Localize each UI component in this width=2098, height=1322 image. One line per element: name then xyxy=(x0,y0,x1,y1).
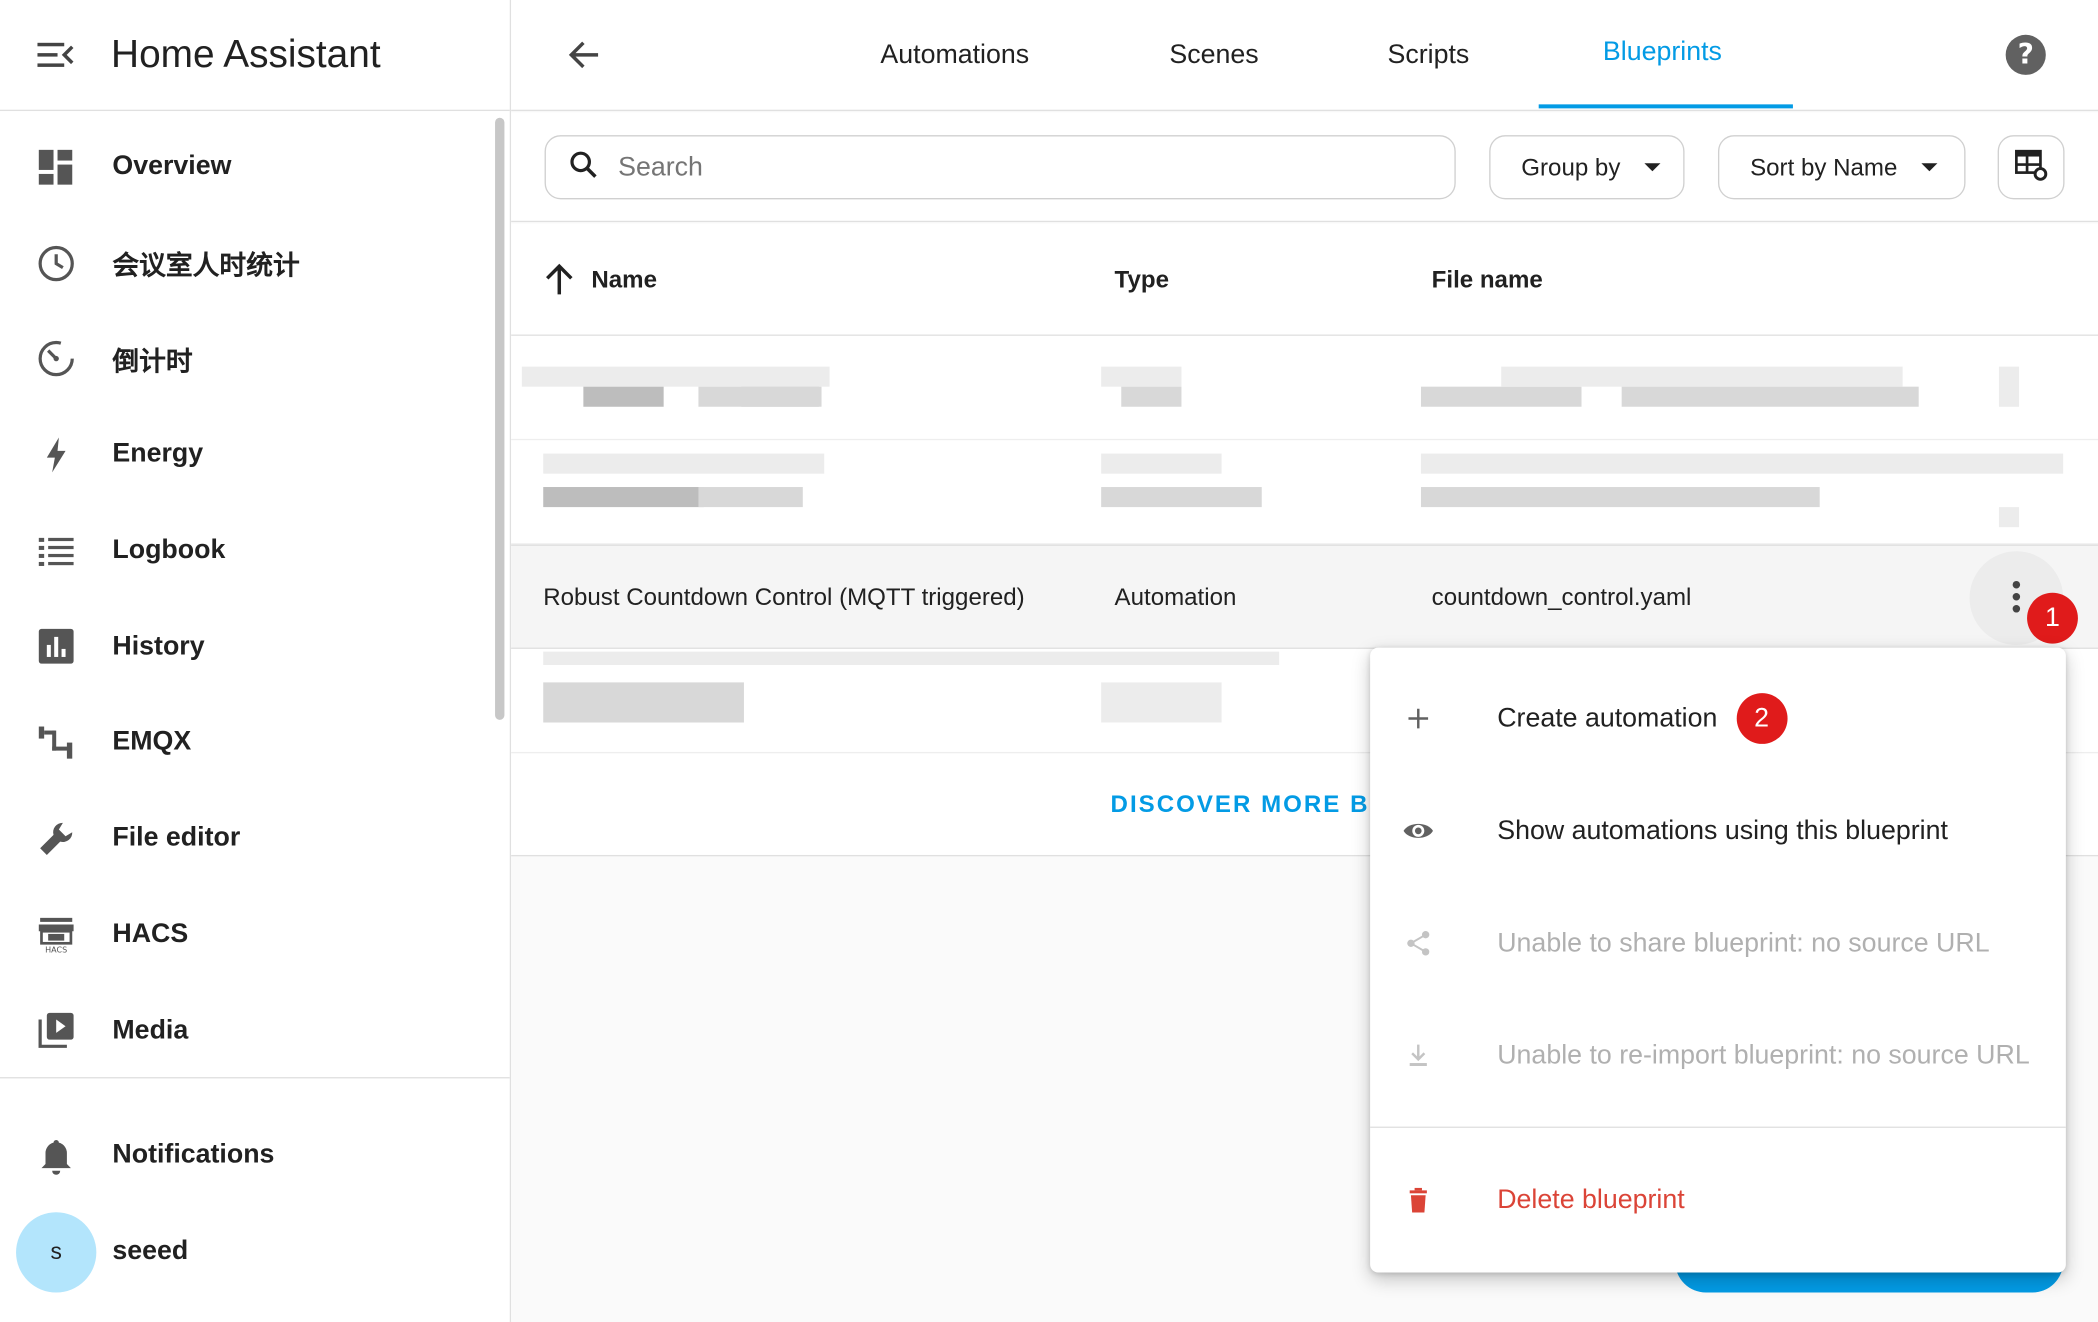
sidebar-item-label: Logbook xyxy=(112,535,226,565)
tab-scripts[interactable]: Scripts xyxy=(1388,0,1470,110)
list-icon xyxy=(33,529,77,573)
hacs-store-icon: HACS xyxy=(33,912,77,956)
table-row[interactable] xyxy=(511,336,2098,441)
sidebar-item-file-editor[interactable]: File editor xyxy=(0,791,510,887)
tab-blueprints[interactable]: Blueprints xyxy=(1603,0,1722,107)
share-icon xyxy=(1401,926,1436,961)
sidebar-item-label: Energy xyxy=(112,439,204,469)
sidebar-item-notifications[interactable]: Notifications xyxy=(0,1108,510,1204)
sidebar-item-label: HACS xyxy=(112,918,189,949)
discover-more-link[interactable]: DISCOVER MORE BL xyxy=(1111,791,1387,819)
table-row-selected[interactable]: Robust Countdown Control (MQTT triggered… xyxy=(511,544,2098,649)
help-icon[interactable]: ? xyxy=(2003,32,2048,77)
sidebar-item-hacs[interactable]: HACS HACS xyxy=(0,886,510,982)
sidebar-item-label: Media xyxy=(112,1014,189,1045)
blueprint-file: countdown_control.yaml xyxy=(1431,583,1692,611)
menu-collapse-icon[interactable] xyxy=(35,35,75,75)
column-header-name[interactable]: Name xyxy=(591,266,657,294)
sidebar-item-logbook[interactable]: Logbook xyxy=(0,503,510,599)
sidebar: Home Assistant Overview 会议室人时统计 倒计时 Ener… xyxy=(0,0,512,1322)
blueprint-name: Robust Countdown Control (MQTT triggered… xyxy=(543,583,1025,611)
avatar: s xyxy=(16,1211,97,1292)
clock-icon xyxy=(33,241,77,285)
menu-divider xyxy=(1370,1126,2066,1128)
search-input[interactable]: Search xyxy=(544,135,1456,200)
tab-scenes[interactable]: Scenes xyxy=(1169,0,1258,110)
pipe-icon xyxy=(33,720,77,764)
eye-icon xyxy=(1401,814,1436,849)
chevron-down-icon xyxy=(1921,163,1938,172)
back-arrow-icon[interactable] xyxy=(562,32,607,77)
table-cog-icon xyxy=(2012,145,2049,189)
step-badge-2: 2 xyxy=(1736,693,1787,744)
menu-item-label: Unable to re-import blueprint: no source… xyxy=(1497,1040,2030,1070)
tab-automations[interactable]: Automations xyxy=(880,0,1029,110)
wrench-icon xyxy=(33,816,77,860)
svg-text:HACS: HACS xyxy=(44,946,66,954)
user-name: seeed xyxy=(112,1236,189,1266)
app-title: Home Assistant xyxy=(111,32,381,76)
svg-text:?: ? xyxy=(2018,38,2034,71)
table-settings-button[interactable] xyxy=(1997,135,2065,200)
sidebar-item-label: Overview xyxy=(112,151,232,182)
group-by-button[interactable]: Group by xyxy=(1489,135,1685,200)
menu-item-label: Delete blueprint xyxy=(1497,1184,1685,1215)
sidebar-nav: Overview 会议室人时统计 倒计时 Energy Logbook Hist… xyxy=(0,119,510,1078)
timer-icon xyxy=(33,337,77,381)
table-row[interactable] xyxy=(511,440,2098,545)
column-header-file[interactable]: File name xyxy=(1432,266,1543,294)
sidebar-divider xyxy=(0,1077,510,1079)
trash-icon xyxy=(1401,1183,1436,1218)
menu-item-create-automation[interactable]: Create automation 2 xyxy=(1370,662,2066,774)
sidebar-item-label: 倒计时 xyxy=(112,347,193,377)
plus-icon xyxy=(1401,701,1436,736)
search-icon xyxy=(567,148,599,187)
sort-label: Sort by Name xyxy=(1750,153,1898,180)
chart-box-icon xyxy=(33,625,77,669)
menu-item-label: Show automations using this blueprint xyxy=(1497,815,1948,845)
sidebar-header: Home Assistant xyxy=(0,0,510,112)
sidebar-item-media[interactable]: Media xyxy=(0,982,510,1078)
sidebar-item-label: 会议室人时统计 xyxy=(112,251,300,282)
menu-item-show-automations[interactable]: Show automations using this blueprint xyxy=(1370,775,2066,887)
menu-item-share: Unable to share blueprint: no source URL xyxy=(1370,887,2066,999)
sidebar-item-label: EMQX xyxy=(112,727,192,757)
lightning-icon xyxy=(33,433,77,477)
sidebar-item-energy[interactable]: Energy xyxy=(0,407,510,503)
sidebar-item-label: History xyxy=(112,631,205,661)
group-by-label: Group by xyxy=(1521,153,1621,180)
blueprint-type: Automation xyxy=(1114,583,1237,611)
sidebar-item-overview[interactable]: Overview xyxy=(0,119,510,215)
sort-button[interactable]: Sort by Name xyxy=(1717,135,1966,200)
active-tab-indicator xyxy=(1538,104,1793,109)
menu-item-label: Create automation xyxy=(1497,703,1718,733)
menu-item-delete[interactable]: Delete blueprint xyxy=(1370,1144,2066,1256)
search-placeholder: Search xyxy=(618,151,703,182)
sidebar-scrollbar[interactable] xyxy=(495,117,505,720)
menu-item-label: Unable to share blueprint: no source URL xyxy=(1497,927,1990,958)
step-badge-1: 1 xyxy=(2027,592,2078,644)
dashboard-icon xyxy=(33,145,77,189)
bell-icon xyxy=(33,1134,77,1178)
sidebar-bottom: Notifications s seeed xyxy=(0,1108,510,1300)
sidebar-item-history[interactable]: History xyxy=(0,599,510,695)
app-root: Home Assistant Overview 会议室人时统计 倒计时 Ener… xyxy=(0,0,2098,1322)
download-icon xyxy=(1401,1038,1436,1073)
sidebar-item-countdown[interactable]: 倒计时 xyxy=(0,311,510,407)
sidebar-item-label: File editor xyxy=(112,823,241,853)
sidebar-item-meeting-stats[interactable]: 会议室人时统计 xyxy=(0,215,510,311)
filter-toolbar: Search Group by Sort by Name xyxy=(511,112,2098,223)
column-header-type[interactable]: Type xyxy=(1115,266,1169,294)
notifications-label: Notifications xyxy=(112,1140,275,1170)
sidebar-item-user[interactable]: s seeed xyxy=(0,1204,510,1300)
chevron-down-icon xyxy=(1644,163,1661,172)
sort-ascending-icon[interactable] xyxy=(541,261,578,298)
menu-item-reimport: Unable to re-import blueprint: no source… xyxy=(1370,999,2066,1111)
table-header: Name Type File name xyxy=(511,223,2098,336)
sidebar-item-emqx[interactable]: EMQX xyxy=(0,695,510,791)
blueprint-context-menu: Create automation 2 Show automations usi… xyxy=(1370,647,2066,1273)
media-play-icon xyxy=(33,1008,77,1052)
top-bar: Automations Scenes Scripts Blueprints ? xyxy=(511,0,2098,112)
